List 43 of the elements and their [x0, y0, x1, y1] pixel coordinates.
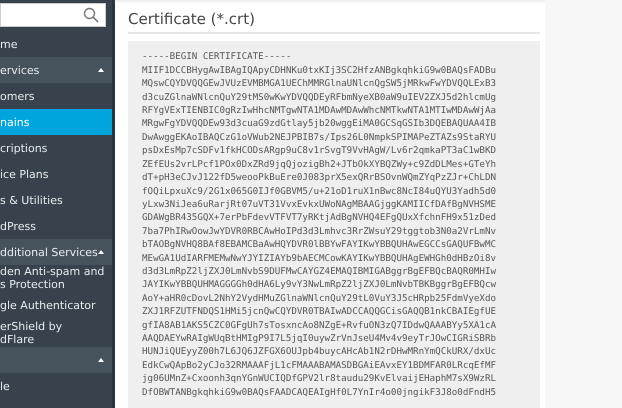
- certificate-line: DwAwggEKAoIBAQCzG1oVWub2NEJPBIB7s/Ips26L0NmpkSPIMAPeZTAZs9StaRYU: [142, 130, 498, 144]
- certificate-line: d3d3LmRpZ2ljZXJ0LmNvbS9DUFMwCAYGZ4EMAQIBMIGABggrBgEFBQcBAQR0MHIw: [142, 264, 498, 278]
- certificate-line: fOQiLpxuXc9/2G1x065G0IJf0GBVM5/u+21oD1ruX1nBwc8NcI84uQYU3Yadh5d0: [142, 184, 498, 198]
- sidebar-item[interactable]: me: [0, 31, 112, 57]
- certificate-line: ZEfEUs2vrLPcf1POx0DxZRd9jqQjozigBh2+JTbOkXYBQZWy+c9ZdDLMes+GTeYh: [142, 158, 498, 172]
- certificate-line: MEwGA1UdIARFMEMwNwYJYIZIAYb9bAECMCowKAYIKwYBBQUHAgEWHGh0dHBzOi8v: [142, 252, 498, 265]
- certificate-line: ZXJ1RFZUTFNDQS1HMi5jcnQwCQYDVR0TBAIwADCCAQQGCisGAQQB1nkCBAIEgfUE: [142, 305, 498, 319]
- certificate-line: jg06UMnZ+Cxoonh3qnYGnWUCIQDfGPV2lr8taudu29KvElvaijEHaphM7sX9WzRL: [142, 372, 498, 386]
- certificate-line: bTAOBgNVHQ8BAf8EBAMCBaAwHQYDVR0lBBYwFAYIKwYBBQUHAwEGCCsGAQUFBwMC: [142, 238, 498, 252]
- sidebar-item[interactable]: gle Authenticator: [0, 291, 112, 319]
- search-icon[interactable]: [83, 7, 99, 23]
- certificate-line: DfOBWTANBgkqhkiG9w0BAQsFAADCAQEAIgHf0L7YnIr4o00jngikF3J8o0dFndH5: [142, 386, 498, 399]
- sidebar-item[interactable]: le: [0, 373, 112, 399]
- sidebar-item[interactable]: dPress: [0, 213, 112, 239]
- certificate-line: MQswCQYDVQQGEwJVUzEVMBMGA1UEChMMRGlnaUNlcnQgSW5jMRkwFwYDVQQLExB3: [142, 77, 498, 91]
- certificate-line: AAQDAEYwRAIgWUqBtHMIgP9I7L5jqI0uywZrVnJseU4Mv4v9eyTrJOwCIGRiSBRb: [142, 332, 498, 346]
- section-title: Certificate (*.crt): [128, 10, 540, 34]
- sidebar-item[interactable]: ice Plans: [0, 161, 112, 187]
- certificate-line: HUNJiQUEyyZ00h7L6JQ6JZFGX6OUJpb4buycAHcAb1N2rDHwMRnYmQCkURX/dxUc: [142, 345, 498, 359]
- section-title: ervices: [0, 64, 40, 76]
- certificate-line: RFYgVExTIENBIC0gRzIwHhcNMTgwNTA1MDAwMDAwWhcNMTkwNTA1MTIwMDAwWjAa: [142, 104, 498, 118]
- certificate-line: 7ba7PhIRwOowJwYDVR0RBCAwHoIPd3d3Lmhvc3RrZWsuY29tggtob3N0a2VrLmNv: [142, 224, 498, 238]
- certificate-line: MRgwFgYDVQQDEw93d3cuaG9zdGtlay5jb20wggEiMA0GCSqGSIb3DQEBAQUAA4IB: [142, 117, 498, 131]
- certificate-line: d3cuZGlnaWNlcnQuY29tMS0wKwYDVQQDEyRFbmNyeXB0aW9uIEV2ZXJ5d2hlcmUg: [142, 90, 498, 104]
- certificate-line: JAYIKwYBBQUHMAGGGGh0dHA6Ly9vY3NwLmRpZ2ljZXJ0LmNvbTBKBggrBgEFBQcw: [142, 278, 498, 292]
- certificate-line: yLxw3NiJea6uRarjRt07uVT31VvxEvkxUWoNAgMBAAGjggKAMIICfDAfBgNVHSME: [142, 198, 498, 212]
- certificate-line: dT+pH3eCJvJ122fD5weooPkBuEre0J083prX5exQRrBSOvnWQmZYqPzZJr+ChLDN: [142, 171, 498, 184]
- certificate-line: MIIF1DCCBHygAwIBAgIQApyCDHNKu0txKIj3SC2HfzANBgkqhkiG9w0BAQsFADBu: [142, 64, 498, 78]
- search-field[interactable]: [0, 3, 106, 27]
- sidebar-section-header[interactable]: dditional Services: [0, 239, 112, 265]
- certificate-line: GDAWgBR435GQX+7erPbFdevVTFVT7yRKtjAdBgNVHQ4EFgQUxXfchnFH9x51zDed: [142, 211, 498, 225]
- certificate-line: EdkCwQApBo2yCJo32RMAAAFjL1cFMAAABAMASDBGAiEAvxEY1BDMFAR0LRcqEfMF: [142, 358, 498, 372]
- sidebar-item[interactable]: erShield by dFlare: [0, 319, 112, 347]
- certificate-line: gfIA8AB1AKS5CZC0GFgUh7sTosxncAo8NZgE+RvfuON3zQ7IDdwQAAABYy5XA1cA: [142, 318, 498, 332]
- certificate-line: AoY+aHR0cDovL2NhY2VydHMuZGlnaWNlcnQuY29tL0VuY3J5cHRpb25FdmVyeXdo: [142, 292, 498, 306]
- certificate-line: psDxEsMp7cSDFv1fkHCODsARgp9uC8v1rSvgT9VvHAgW/Lv6r2qmkaPT3aC1wBKD: [142, 144, 498, 158]
- section-title: dditional Services: [0, 246, 98, 258]
- sidebar-item[interactable]: den Anti-spam and s Protection: [0, 265, 112, 291]
- sidebar-section-header[interactable]: ervices: [0, 57, 112, 83]
- sidebar-item[interactable]: omers: [0, 83, 112, 109]
- certificate-line: -----BEGIN CERTIFICATE-----: [142, 50, 292, 64]
- sidebar-item[interactable]: s & Utilities: [0, 187, 112, 213]
- sidebar-item[interactable]: criptions: [0, 135, 112, 161]
